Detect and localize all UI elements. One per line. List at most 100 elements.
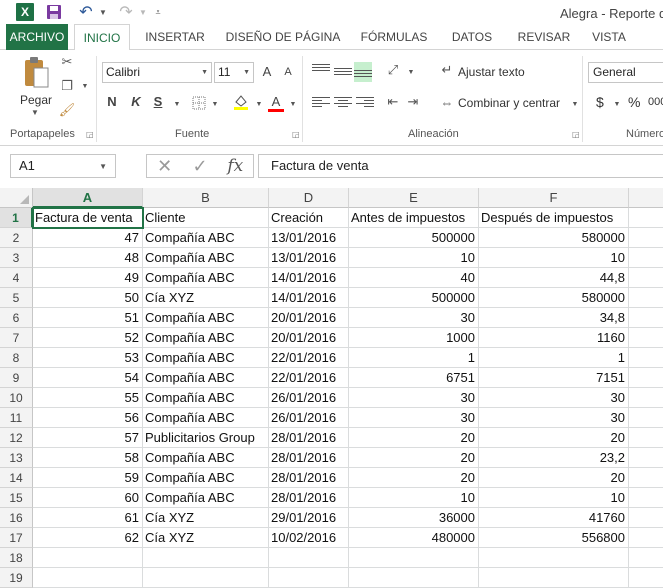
cell[interactable]: Compañía ABC — [143, 228, 269, 248]
align-left-icon[interactable] — [312, 95, 330, 111]
cell[interactable]: 56 — [33, 408, 143, 428]
cell[interactable]: 51 — [33, 308, 143, 328]
cell[interactable]: 30 — [349, 408, 479, 428]
cell[interactable]: 26/01/2016 — [269, 388, 349, 408]
column-header-f[interactable]: F — [479, 188, 629, 208]
fill-color-dropdown-icon[interactable]: ▼ — [250, 96, 268, 112]
cell[interactable]: Compañía ABC — [143, 408, 269, 428]
cell[interactable] — [629, 268, 663, 288]
cell[interactable]: Antes de impuestos — [349, 208, 479, 228]
cell[interactable]: 44,8 — [479, 268, 629, 288]
align-center-icon[interactable] — [334, 95, 352, 111]
redo-icon[interactable]: ↷ — [116, 3, 136, 21]
cell[interactable]: 1 — [349, 348, 479, 368]
cell[interactable]: Creación — [269, 208, 349, 228]
cell[interactable]: 22/01/2016 — [269, 348, 349, 368]
cell[interactable]: Compañía ABC — [143, 388, 269, 408]
cell[interactable]: Compañía ABC — [143, 468, 269, 488]
tab-archivo[interactable]: ARCHIVO — [6, 24, 68, 50]
cell[interactable]: 20 — [349, 468, 479, 488]
cell[interactable]: 1160 — [479, 328, 629, 348]
cell[interactable] — [629, 248, 663, 268]
cell[interactable]: 28/01/2016 — [269, 468, 349, 488]
cell[interactable] — [629, 468, 663, 488]
underline-dropdown-icon[interactable]: ▼ — [168, 96, 186, 112]
cell[interactable]: 7151 — [479, 368, 629, 388]
cell[interactable] — [143, 548, 269, 568]
font-size-select[interactable]: 11 ▼ — [214, 62, 254, 83]
row-header[interactable]: 13 — [0, 448, 33, 468]
font-family-select[interactable]: Calibri ▼ — [102, 62, 212, 83]
tab-formulas[interactable]: FÓRMULAS — [356, 24, 432, 50]
merge-center-icon[interactable]: ⇔ — [438, 94, 456, 110]
align-middle-icon[interactable] — [334, 66, 352, 82]
cell[interactable]: 10 — [479, 248, 629, 268]
cell[interactable]: 57 — [33, 428, 143, 448]
insert-function-icon[interactable]: fx — [218, 156, 253, 176]
row-header[interactable]: 15 — [0, 488, 33, 508]
cell[interactable]: Cliente — [143, 208, 269, 228]
cell[interactable]: 47 — [33, 228, 143, 248]
cell[interactable] — [629, 228, 663, 248]
borders-dropdown-icon[interactable]: ▼ — [206, 96, 224, 112]
cell[interactable]: 10 — [479, 488, 629, 508]
cell[interactable] — [143, 568, 269, 588]
tab-datos[interactable]: DATOS — [444, 24, 500, 50]
cell[interactable] — [629, 568, 663, 588]
underline-button[interactable]: S — [150, 94, 166, 112]
save-icon[interactable] — [46, 3, 62, 21]
tab-revisar[interactable]: REVISAR — [512, 24, 576, 50]
row-header[interactable]: 14 — [0, 468, 33, 488]
tab-insertar[interactable]: INSERTAR — [140, 24, 210, 50]
cell[interactable]: Compañía ABC — [143, 328, 269, 348]
cell[interactable]: 480000 — [349, 528, 479, 548]
cell[interactable]: 20 — [349, 448, 479, 468]
cancel-icon[interactable]: ✕ — [147, 156, 182, 177]
paste-dropdown-icon[interactable]: ▼ — [31, 108, 39, 117]
cell[interactable] — [629, 368, 663, 388]
cell[interactable]: 52 — [33, 328, 143, 348]
cell[interactable]: 54 — [33, 368, 143, 388]
wrap-text-icon[interactable]: ↵ — [438, 62, 456, 78]
cell[interactable]: 58 — [33, 448, 143, 468]
row-header[interactable]: 11 — [0, 408, 33, 428]
cell[interactable]: 55 — [33, 388, 143, 408]
row-header[interactable]: 10 — [0, 388, 33, 408]
cell[interactable]: Compañía ABC — [143, 348, 269, 368]
row-header[interactable]: 18 — [0, 548, 33, 568]
row-header[interactable]: 7 — [0, 328, 33, 348]
row-header[interactable]: 1 — [0, 208, 33, 228]
cell[interactable]: 14/01/2016 — [269, 268, 349, 288]
cell[interactable] — [629, 488, 663, 508]
cell[interactable]: 13/01/2016 — [269, 228, 349, 248]
cell[interactable] — [269, 568, 349, 588]
font-color-button[interactable]: A — [268, 94, 284, 112]
undo-icon[interactable]: ↶ — [76, 3, 96, 21]
row-header[interactable]: 2 — [0, 228, 33, 248]
cell[interactable]: 20/01/2016 — [269, 308, 349, 328]
name-box[interactable]: A1 ▼ — [10, 154, 116, 178]
grow-font-button[interactable]: A — [260, 64, 274, 82]
cell[interactable] — [629, 408, 663, 428]
shrink-font-button[interactable]: A — [282, 66, 294, 84]
cell[interactable] — [629, 308, 663, 328]
row-header[interactable]: 12 — [0, 428, 33, 448]
percent-button[interactable]: % — [628, 94, 640, 110]
cell[interactable]: Factura de venta — [32, 207, 144, 229]
tab-inicio[interactable]: INICIO — [74, 24, 130, 51]
paste-label[interactable]: Pegar — [20, 93, 52, 107]
cell[interactable]: 41760 — [479, 508, 629, 528]
cell[interactable]: 10 — [349, 488, 479, 508]
cell[interactable]: 28/01/2016 — [269, 428, 349, 448]
cell[interactable]: Cía XYZ — [143, 528, 269, 548]
cell[interactable]: 34,8 — [479, 308, 629, 328]
orientation-dropdown-icon[interactable]: ▼ — [402, 64, 420, 80]
cell[interactable]: 30 — [349, 308, 479, 328]
cell[interactable]: 20/01/2016 — [269, 328, 349, 348]
cell[interactable]: 30 — [349, 388, 479, 408]
cell[interactable]: 1 — [479, 348, 629, 368]
number-format-select[interactable]: General — [588, 62, 663, 83]
row-header[interactable]: 17 — [0, 528, 33, 548]
column-header-e[interactable]: E — [349, 188, 479, 208]
cell[interactable]: Publicitarios Group — [143, 428, 269, 448]
